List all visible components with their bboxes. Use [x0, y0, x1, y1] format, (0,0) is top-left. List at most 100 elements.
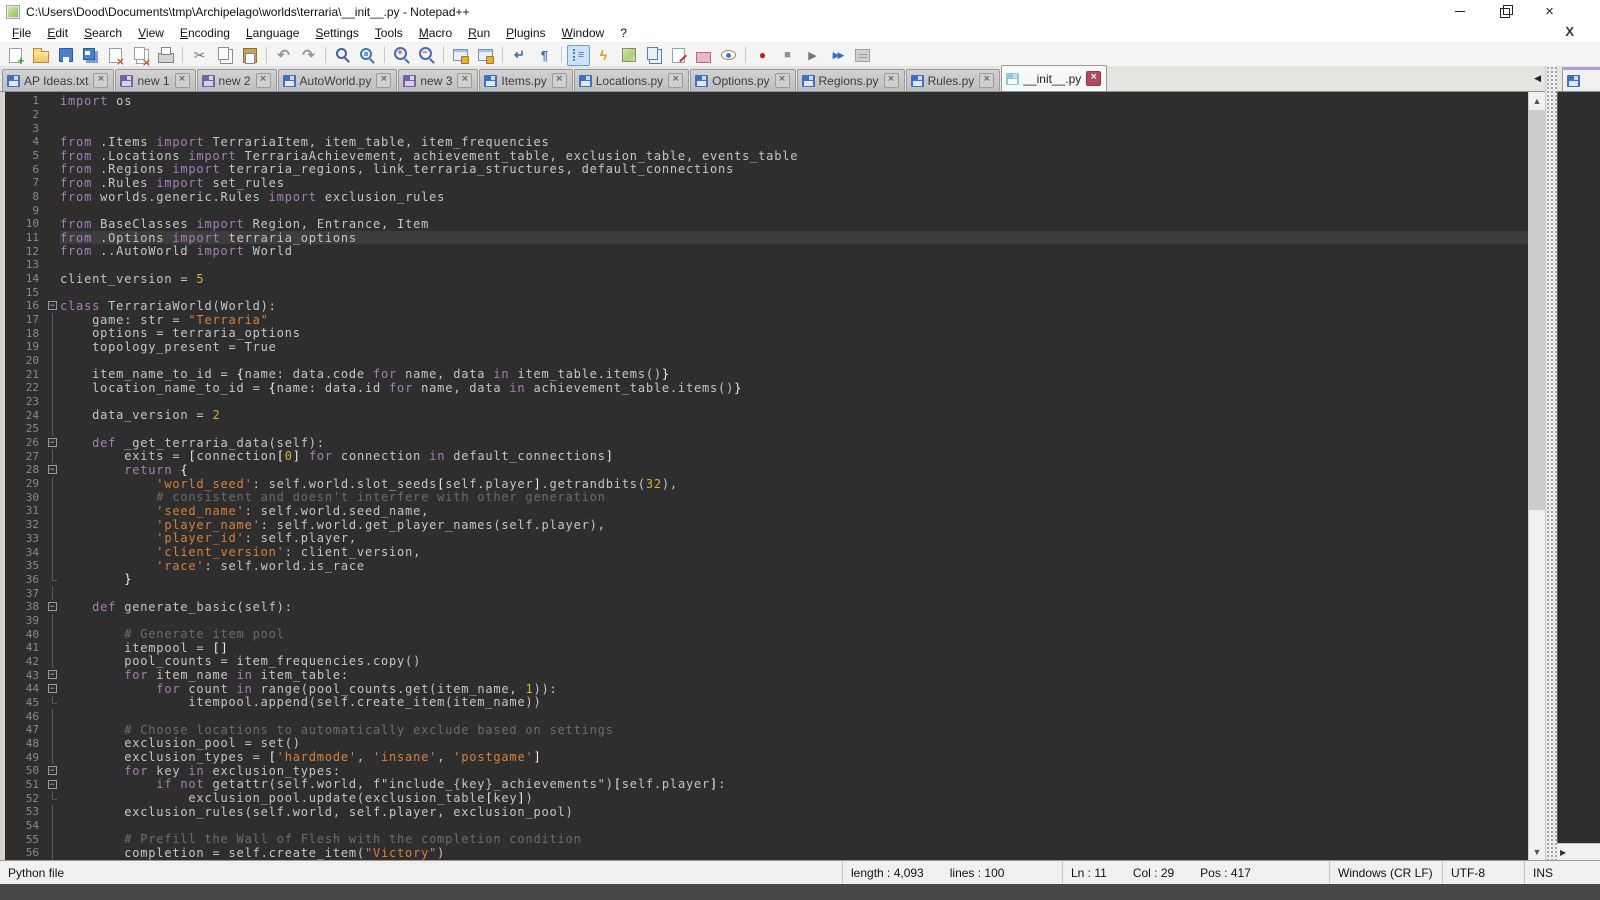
- code-line[interactable]: 25: [5, 422, 1528, 436]
- scroll-up-icon[interactable]: ▲: [1529, 92, 1545, 109]
- record-macro-icon[interactable]: [751, 45, 774, 66]
- tab-ap-ideas-txt[interactable]: AP Ideas.txt×: [2, 69, 114, 91]
- code-line[interactable]: 10from BaseClasses import Region, Entran…: [5, 217, 1528, 231]
- tab-close-icon[interactable]: ×: [979, 73, 994, 88]
- fold-marker-icon[interactable]: [46, 764, 60, 778]
- code-line[interactable]: 27 exits = [connection[0] for connection…: [5, 449, 1528, 463]
- tab-new-1[interactable]: new 1×: [115, 69, 195, 91]
- code-line[interactable]: 1import os: [5, 94, 1528, 108]
- code-line[interactable]: 36 }: [5, 573, 1528, 587]
- menu-item-window[interactable]: Window: [554, 26, 613, 40]
- code-line[interactable]: 5from .Locations import TerrariaAchievem…: [5, 149, 1528, 163]
- code-line[interactable]: 39: [5, 614, 1528, 628]
- playback-macro-icon[interactable]: [801, 45, 824, 66]
- close-all-icon[interactable]: [129, 45, 152, 66]
- menu-item-tools[interactable]: Tools: [367, 26, 411, 40]
- code-line[interactable]: 17 game: str = "Terraria": [5, 313, 1528, 327]
- menu-item-view[interactable]: View: [130, 26, 172, 40]
- doc-close-icon[interactable]: X: [1565, 24, 1574, 39]
- tab-new-2[interactable]: new 2×: [197, 69, 277, 91]
- vertical-scrollbar[interactable]: ▲ ▼: [1528, 92, 1545, 860]
- code-line[interactable]: 18 options = terraria_options: [5, 326, 1528, 340]
- doc-map-icon[interactable]: [617, 45, 640, 66]
- stop-recording-icon[interactable]: [776, 45, 799, 66]
- tab-scroll-left-icon[interactable]: ◀: [1534, 73, 1541, 84]
- undo-icon[interactable]: [272, 45, 295, 66]
- tab-close-icon[interactable]: ×: [1086, 71, 1101, 86]
- fold-marker-icon[interactable]: [46, 668, 60, 682]
- menu-item-search[interactable]: Search: [76, 26, 130, 40]
- menu-item-settings[interactable]: Settings: [307, 26, 366, 40]
- code-line[interactable]: 2: [5, 108, 1528, 122]
- tab-rules-py[interactable]: Rules.py×: [906, 69, 1001, 91]
- code-line[interactable]: 46: [5, 709, 1528, 723]
- code-line[interactable]: 23: [5, 395, 1528, 409]
- fold-marker-icon[interactable]: [46, 778, 60, 792]
- second-view-tab[interactable]: [1562, 67, 1600, 91]
- code-line[interactable]: 21 item_name_to_id = {name: data.code fo…: [5, 367, 1528, 381]
- code-line[interactable]: 29 'world_seed': self.world.slot_seeds[s…: [5, 477, 1528, 491]
- code-line[interactable]: 30 # consistent and doesn't interfere wi…: [5, 490, 1528, 504]
- sync-h-icon[interactable]: [474, 45, 497, 66]
- code-line[interactable]: 26 def _get_terraria_data(self):: [5, 436, 1528, 450]
- code-line[interactable]: 52 exclusion_pool.update(exclusion_table…: [5, 791, 1528, 805]
- status-eol-format[interactable]: Windows (CR LF): [1330, 861, 1443, 884]
- tab-close-icon[interactable]: ×: [457, 73, 472, 88]
- menu-item-run[interactable]: Run: [460, 26, 498, 40]
- scroll-down-icon[interactable]: ▼: [1529, 843, 1545, 860]
- sync-v-icon[interactable]: [449, 45, 472, 66]
- fold-marker-icon[interactable]: [46, 600, 60, 614]
- tab-close-icon[interactable]: ×: [376, 73, 391, 88]
- save-icon[interactable]: [54, 45, 77, 66]
- tab-options-py[interactable]: Options.py×: [690, 69, 795, 91]
- code-line[interactable]: 8from worlds.generic.Rules import exclus…: [5, 190, 1528, 204]
- paste-icon[interactable]: [238, 45, 261, 66]
- close-icon[interactable]: [104, 45, 127, 66]
- new-file-icon[interactable]: [4, 45, 27, 66]
- find-icon[interactable]: [331, 45, 354, 66]
- word-wrap-icon[interactable]: [508, 45, 531, 66]
- restore-button[interactable]: [1482, 0, 1527, 23]
- second-view-editor[interactable]: [1557, 92, 1600, 843]
- code-line[interactable]: 35 'race': self.world.is_race: [5, 559, 1528, 573]
- zoom-out-icon[interactable]: [415, 45, 438, 66]
- menu-item-encoding[interactable]: Encoding: [172, 26, 238, 40]
- code-line[interactable]: 45 itempool.append(self.create_item(item…: [5, 696, 1528, 710]
- code-line[interactable]: 47 # Choose locations to automatically e…: [5, 723, 1528, 737]
- tab-__init__-py[interactable]: __init__.py×: [1001, 65, 1107, 91]
- code-line[interactable]: 56 completion = self.create_item("Victor…: [5, 846, 1528, 860]
- menu-item-?[interactable]: ?: [612, 26, 635, 40]
- code-line[interactable]: 13: [5, 258, 1528, 272]
- tab-close-icon[interactable]: ×: [552, 73, 567, 88]
- status-cursor-position[interactable]: Ln : 11Col : 29Pos : 417: [1063, 861, 1330, 884]
- code-line[interactable]: 11from .Options import terraria_options: [5, 231, 1528, 245]
- menu-item-plugins[interactable]: Plugins: [498, 26, 553, 40]
- open-icon[interactable]: [29, 45, 52, 66]
- scrollbar-thumb[interactable]: [1529, 110, 1545, 510]
- menu-item-language[interactable]: Language: [238, 26, 307, 40]
- code-line[interactable]: 20: [5, 354, 1528, 368]
- fold-marker-icon[interactable]: [46, 436, 60, 450]
- save-copy-icon[interactable]: [79, 45, 102, 66]
- code-line[interactable]: 50 for key in exclusion_types:: [5, 764, 1528, 778]
- print-icon[interactable]: [154, 45, 177, 66]
- code-line[interactable]: 34 'client_version': client_version,: [5, 545, 1528, 559]
- fold-marker-icon[interactable]: [46, 299, 60, 313]
- copy-icon[interactable]: [213, 45, 236, 66]
- macro-doc-icon[interactable]: [667, 45, 690, 66]
- menu-item-edit[interactable]: Edit: [39, 26, 76, 40]
- code-line[interactable]: 14client_version = 5: [5, 272, 1528, 286]
- status-encoding[interactable]: UTF-8: [1443, 861, 1525, 884]
- code-line[interactable]: 12from ..AutoWorld import World: [5, 244, 1528, 258]
- tab-close-icon[interactable]: ×: [256, 73, 271, 88]
- function-list-icon[interactable]: [592, 45, 615, 66]
- tab-autoworld-py[interactable]: AutoWorld.py×: [278, 69, 398, 91]
- redo-icon[interactable]: [297, 45, 320, 66]
- code-line[interactable]: 38 def generate_basic(self):: [5, 600, 1528, 614]
- code-line[interactable]: 9: [5, 203, 1528, 217]
- tab-regions-py[interactable]: Regions.py×: [797, 69, 905, 91]
- code-line[interactable]: 16class TerrariaWorld(World):: [5, 299, 1528, 313]
- code-line[interactable]: 49 exclusion_types = ['hardmode', 'insan…: [5, 750, 1528, 764]
- code-line[interactable]: 32 'player_name': self.world.get_player_…: [5, 518, 1528, 532]
- tab-items-py[interactable]: Items.py×: [479, 69, 572, 91]
